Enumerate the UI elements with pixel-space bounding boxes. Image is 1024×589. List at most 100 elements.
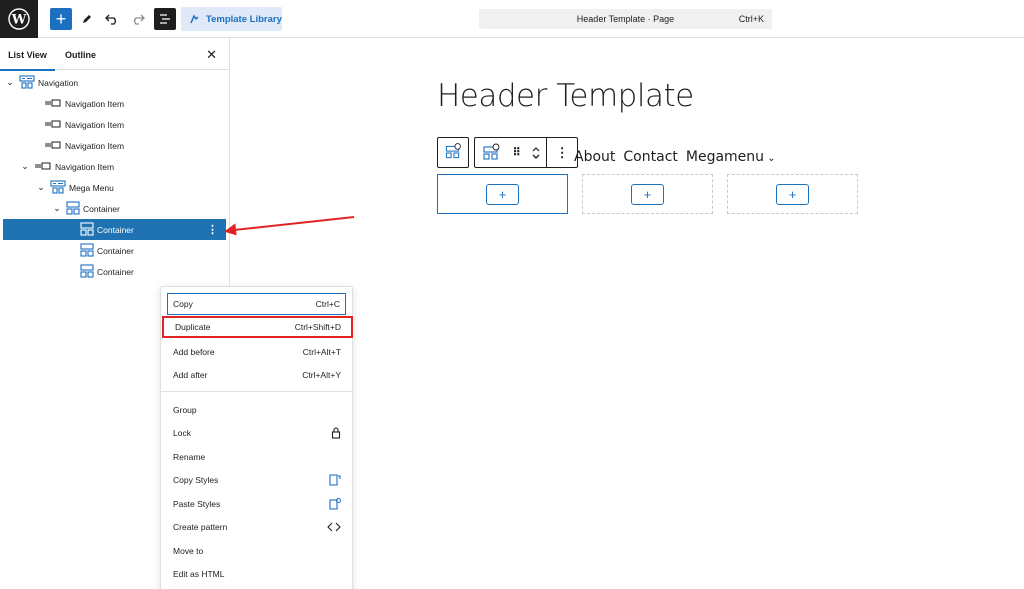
- copy-styles-icon: [329, 474, 341, 486]
- menu-item-copy[interactable]: Copy Ctrl+C: [167, 293, 346, 315]
- container-icon: [66, 200, 80, 217]
- list-view-item-label: Container: [97, 266, 134, 277]
- container-block-1[interactable]: +: [437, 174, 568, 214]
- list-view-item-navigation-item[interactable]: Navigation Item: [0, 135, 229, 156]
- wordpress-icon: W: [8, 8, 30, 30]
- navigation-block-icon: [19, 74, 35, 91]
- menu-item-label: Lock: [173, 428, 191, 438]
- list-view-item-label: Navigation Item: [55, 161, 115, 172]
- menu-item-add-after[interactable]: Add after Ctrl+Alt+Y: [162, 364, 351, 386]
- navigation-item-icon: [34, 161, 52, 173]
- command-palette-bar[interactable]: Header Template · Page Ctrl+K: [479, 9, 772, 29]
- block-type-button[interactable]: [475, 138, 507, 167]
- add-block-button[interactable]: +: [50, 8, 72, 30]
- template-library-button[interactable]: Template Library: [181, 7, 282, 31]
- tab-list-view[interactable]: List View: [0, 38, 55, 71]
- move-down-icon[interactable]: [531, 153, 541, 161]
- menu-item-shortcut: Ctrl+Shift+D: [294, 322, 341, 332]
- move-up-icon[interactable]: [531, 145, 541, 153]
- pattern-icon: [327, 522, 341, 532]
- menu-item-edit-as-html[interactable]: Edit as HTML: [162, 563, 351, 585]
- menu-item-label: Add after: [173, 370, 208, 380]
- document-overview-button[interactable]: [154, 8, 176, 30]
- menu-item-rename[interactable]: Rename: [162, 446, 351, 468]
- container-block-icon: [483, 143, 500, 160]
- list-view-item-label: Container: [83, 203, 120, 214]
- editor-top-bar: W + Template Library Header Template · P…: [0, 0, 1024, 38]
- tab-outline[interactable]: Outline: [65, 38, 96, 70]
- chevron-down-icon[interactable]: ⌄: [5, 77, 15, 88]
- annotation-arrow: [224, 216, 355, 236]
- nav-link-about[interactable]: About: [574, 149, 615, 165]
- list-view-item-container[interactable]: Container: [0, 240, 229, 261]
- menu-item-label: Rename: [173, 452, 206, 462]
- menu-item-shortcut: Ctrl+Alt+T: [302, 347, 341, 357]
- close-icon[interactable]: ✕: [206, 47, 217, 63]
- container-block-3[interactable]: +: [727, 174, 858, 214]
- menu-item-move-to[interactable]: Move to: [162, 540, 351, 562]
- menu-item-add-before[interactable]: Add before Ctrl+Alt+T: [162, 341, 351, 363]
- list-view-item-navigation-item[interactable]: Navigation Item: [0, 114, 229, 135]
- list-view-item-container[interactable]: Container ⋮: [3, 219, 226, 240]
- list-view-item-label: Container: [97, 224, 134, 235]
- menu-item-paste-styles[interactable]: Paste Styles: [162, 493, 351, 515]
- container-block-2[interactable]: +: [582, 174, 713, 214]
- list-view-item-container[interactable]: Container: [0, 261, 229, 282]
- nav-link-contact[interactable]: Contact: [623, 149, 677, 165]
- menu-item-label: Edit as HTML: [173, 569, 225, 579]
- options-icon[interactable]: ⋮: [207, 223, 218, 236]
- list-view-icon: [160, 14, 170, 24]
- list-view-item-label: Mega Menu: [69, 182, 114, 193]
- mega-menu-icon: [50, 179, 66, 196]
- menu-item-label: Move to: [173, 546, 204, 556]
- list-view-item-container[interactable]: ⌄ Container: [0, 198, 229, 219]
- redo-button[interactable]: [127, 8, 149, 30]
- list-view-item-label: Container: [97, 245, 134, 256]
- wordpress-logo[interactable]: W: [0, 0, 38, 38]
- add-inner-block-button[interactable]: +: [631, 183, 664, 205]
- paste-styles-icon: [329, 498, 341, 510]
- add-inner-block-button[interactable]: +: [486, 183, 519, 205]
- navigation-links: About Contact Megamenu ⌄: [574, 149, 776, 165]
- list-view-item-navigation-item[interactable]: Navigation Item: [0, 93, 229, 114]
- move-arrows: [527, 138, 547, 167]
- parent-block-selector[interactable]: [437, 137, 469, 168]
- list-view-item-label: Navigation Item: [65, 98, 125, 109]
- menu-item-label: Copy Styles: [173, 475, 219, 485]
- megamenu-label: Megamenu: [685, 149, 765, 165]
- drag-handle-icon[interactable]: ⠿: [507, 146, 527, 159]
- menu-item-create-pattern[interactable]: Create pattern: [162, 516, 351, 538]
- more-options-icon[interactable]: ⋮: [547, 145, 577, 161]
- menu-item-duplicate[interactable]: Duplicate Ctrl+Shift+D: [162, 316, 353, 338]
- menu-item-lock[interactable]: Lock: [162, 422, 351, 444]
- chevron-down-icon[interactable]: ⌄: [20, 161, 30, 172]
- command-shortcut: Ctrl+K: [738, 14, 764, 24]
- add-inner-block-button[interactable]: +: [776, 183, 809, 205]
- menu-item-copy-styles[interactable]: Copy Styles: [162, 469, 351, 491]
- menu-item-label: Paste Styles: [173, 499, 221, 509]
- navigation-item-icon: [44, 140, 62, 152]
- template-library-icon: [190, 13, 199, 23]
- tools-button[interactable]: [76, 8, 98, 30]
- menu-item-label: Copy: [173, 299, 193, 309]
- list-view-item-label: Navigation: [38, 77, 79, 88]
- chevron-down-icon[interactable]: ⌄: [52, 203, 62, 214]
- list-view-item-navigation[interactable]: ⌄ Navigation: [0, 72, 229, 93]
- pencil-icon: [83, 15, 91, 23]
- navigation-item-icon: [44, 98, 62, 110]
- container-parent-icon: [445, 143, 461, 159]
- nav-link-megamenu[interactable]: Megamenu ⌄: [686, 149, 776, 165]
- list-view-item-mega-menu[interactable]: ⌄ Mega Menu: [0, 177, 229, 198]
- block-options-menu: Copy Ctrl+C Duplicate Ctrl+Shift+D Add befor…: [160, 286, 353, 589]
- list-view-item-navigation-item[interactable]: ⌄ Navigation Item: [0, 156, 229, 177]
- plus-icon: +: [55, 9, 67, 29]
- undo-icon: [105, 14, 116, 25]
- undo-button[interactable]: [101, 8, 123, 30]
- chevron-down-icon[interactable]: ⌄: [36, 182, 46, 193]
- page-title[interactable]: Header Template: [437, 78, 694, 114]
- template-library-label: Template Library: [206, 13, 282, 25]
- menu-item-group[interactable]: Group: [162, 399, 351, 421]
- sidebar-tabs: List View Outline ✕: [0, 38, 229, 71]
- lock-icon: [331, 427, 341, 439]
- list-view-item-label: Navigation Item: [65, 119, 125, 130]
